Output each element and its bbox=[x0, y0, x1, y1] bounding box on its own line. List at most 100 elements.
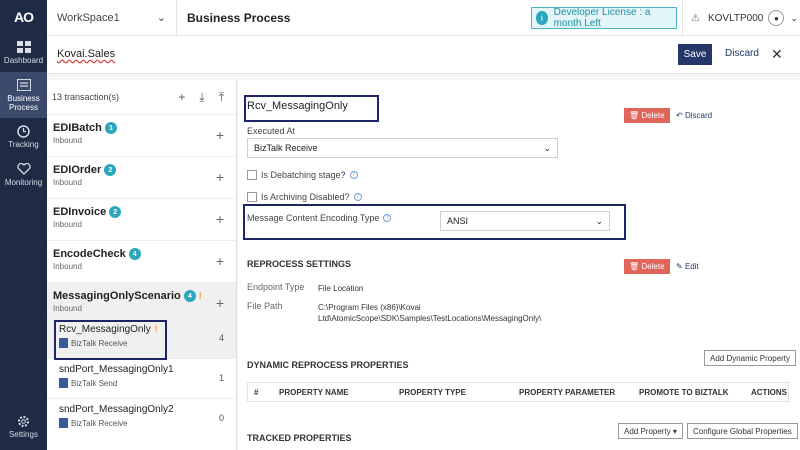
nav-label: Dashboard bbox=[3, 56, 44, 65]
stage-item-selected[interactable]: Rcv_MessagingOnly! BizTalk Receive 4 bbox=[47, 318, 236, 358]
add-property-button[interactable]: Add Property ▾ bbox=[618, 423, 683, 439]
stage-name: sndPort_MessagingOnly2 bbox=[59, 404, 174, 415]
add-icon[interactable]: + bbox=[178, 90, 185, 105]
checkbox[interactable] bbox=[247, 192, 257, 202]
stage-property-count: 1 bbox=[218, 373, 224, 383]
delete-stage-button[interactable]: 🗑 Delete bbox=[624, 108, 670, 123]
transaction-item[interactable]: EDIOrder 2 Inbound + bbox=[47, 156, 236, 198]
column-header: ACTIONS bbox=[751, 388, 787, 397]
endpoint-type-value: File Location bbox=[318, 284, 364, 293]
close-icon[interactable]: ✕ bbox=[771, 46, 783, 63]
transaction-name: EncodeCheck bbox=[53, 248, 126, 260]
upload-icon[interactable]: ⤒ bbox=[219, 90, 224, 105]
user-name: KOVLTP000 bbox=[707, 12, 764, 24]
chevron-down-icon: ⌄ bbox=[156, 12, 166, 24]
transaction-item[interactable]: EDIBatch 1 Inbound + bbox=[47, 114, 236, 156]
add-stage-icon[interactable]: + bbox=[216, 211, 224, 227]
help-icon[interactable]: ? bbox=[383, 214, 392, 222]
transaction-name: EDIOrder bbox=[53, 164, 102, 176]
add-stage-icon[interactable]: + bbox=[216, 127, 224, 143]
nav-label: Settings bbox=[9, 430, 38, 440]
user-area: ⚠ KOVLTP000 ● ⌄ bbox=[682, 0, 800, 36]
transaction-direction: Inbound bbox=[53, 136, 82, 145]
properties-table-header: # PROPERTY NAME PROPERTY TYPE PROPERTY P… bbox=[247, 382, 789, 402]
checkbox[interactable] bbox=[247, 170, 257, 180]
nav-monitoring[interactable]: Monitoring bbox=[0, 156, 47, 194]
transaction-direction: Inbound bbox=[53, 262, 82, 271]
tracked-properties-title: TRACKED PROPERTIES bbox=[247, 433, 352, 443]
stage-item[interactable]: sndPort_MessagingOnly2 BizTalk Receive 0 bbox=[47, 398, 236, 438]
add-stage-icon[interactable]: + bbox=[216, 295, 224, 311]
column-header: PROMOTE TO BIZTALK bbox=[639, 388, 729, 397]
transaction-count: 13 transaction(s) bbox=[52, 92, 120, 102]
column-header: # bbox=[254, 388, 259, 397]
column-header: PROPERTY PARAMETER bbox=[519, 388, 616, 397]
stage-type: BizTalk Receive bbox=[71, 418, 128, 428]
biztalk-icon bbox=[59, 378, 68, 388]
avatar[interactable]: ● bbox=[768, 10, 785, 26]
workspace-name: WorkSpace1 bbox=[57, 11, 120, 24]
stage-count-badge: 2 bbox=[109, 206, 122, 218]
file-path-value: C:\Program Files (x86)\Kovai Ltd\AtomicS… bbox=[318, 303, 542, 323]
transaction-item-expanded[interactable]: MessagingOnlyScenario 4! Inbound + bbox=[47, 282, 236, 318]
license-text: Developer License : a month Left bbox=[553, 7, 651, 29]
add-stage-icon[interactable]: + bbox=[216, 169, 224, 185]
page-title: Business Process bbox=[187, 10, 291, 25]
workspace-selector[interactable]: WorkSpace1 ⌄ bbox=[47, 0, 177, 36]
transaction-direction: Inbound bbox=[53, 304, 82, 313]
encoding-select[interactable]: ANSI ⌄ bbox=[440, 211, 610, 231]
stage-count-badge: 4 bbox=[183, 290, 196, 302]
process-name[interactable]: Kovai.Sales bbox=[57, 48, 115, 60]
transaction-name: EDIBatch bbox=[53, 122, 102, 134]
transaction-item[interactable]: EDInvoice 2 Inbound + bbox=[47, 198, 236, 240]
transaction-list: 13 transaction(s) + ⤓ ⤒ EDIBatch 1 Inboun… bbox=[47, 80, 237, 450]
biztalk-icon bbox=[59, 338, 68, 348]
stage-count-badge: 4 bbox=[128, 248, 141, 260]
heart-pulse-icon bbox=[16, 162, 32, 176]
transaction-direction: Inbound bbox=[53, 220, 82, 229]
debatching-label: Is Debatching stage? bbox=[261, 170, 346, 180]
endpoint-type-label: Endpoint Type bbox=[247, 282, 305, 292]
save-button[interactable]: Save bbox=[678, 44, 712, 65]
help-icon[interactable]: ? bbox=[349, 171, 358, 179]
help-icon[interactable]: ? bbox=[353, 193, 362, 201]
list-icon bbox=[16, 78, 32, 92]
add-dynamic-property-button[interactable]: Add Dynamic Property bbox=[704, 350, 797, 366]
transaction-direction: Inbound bbox=[53, 178, 82, 187]
executed-at-label: Executed At bbox=[247, 126, 296, 136]
stage-name: sndPort_MessagingOnly1 bbox=[59, 364, 174, 375]
nav-settings[interactable]: Settings bbox=[0, 408, 47, 446]
delete-reprocess-button[interactable]: 🗑 Delete bbox=[624, 259, 670, 274]
add-stage-icon[interactable]: + bbox=[216, 253, 224, 269]
nav-tracking[interactable]: Tracking bbox=[0, 118, 47, 156]
dashboard-icon bbox=[16, 40, 32, 54]
stage-count-badge: 1 bbox=[104, 122, 117, 134]
discard-button[interactable]: Discard bbox=[725, 48, 759, 59]
nav-label: Monitoring bbox=[4, 178, 43, 188]
alert-icon[interactable]: ⚠ bbox=[691, 13, 700, 24]
executed-at-select[interactable]: BizTalk Receive ⌄ bbox=[247, 138, 558, 158]
top-bar: WorkSpace1 ⌄ Business Process i Develope… bbox=[47, 0, 800, 36]
nav-business-process[interactable]: Business Process bbox=[0, 71, 47, 119]
license-banner[interactable]: i Developer License : a month Left bbox=[531, 7, 677, 29]
stage-type: BizTalk Receive bbox=[71, 338, 128, 348]
discard-stage-link[interactable]: ↶ Discard bbox=[676, 111, 712, 120]
chevron-down-icon[interactable]: ⌄ bbox=[790, 13, 798, 24]
column-header: PROPERTY NAME bbox=[279, 388, 349, 397]
archiving-checkbox[interactable]: Is Archiving Disabled? ? bbox=[247, 192, 362, 202]
stage-name-field[interactable]: Rcv_MessagingOnly bbox=[247, 100, 348, 112]
nav-dashboard[interactable]: Dashboard bbox=[0, 34, 47, 72]
configure-global-properties-button[interactable]: Configure Global Properties bbox=[687, 423, 798, 439]
list-header: 13 transaction(s) + ⤓ ⤒ bbox=[47, 80, 236, 114]
chevron-down-icon: ⌄ bbox=[543, 142, 551, 153]
edit-reprocess-link[interactable]: ✎ Edit bbox=[676, 262, 699, 271]
encoding-value: ANSI bbox=[447, 216, 469, 226]
stage-item[interactable]: sndPort_MessagingOnly1 BizTalk Send 1 bbox=[47, 358, 236, 398]
app-logo: AO bbox=[14, 9, 34, 25]
stage-detail-panel: Rcv_MessagingOnly 🗑 Delete ↶ Discard Exe… bbox=[238, 80, 800, 450]
transaction-item[interactable]: EncodeCheck 4 Inbound + bbox=[47, 240, 236, 282]
chevron-down-icon: ⌄ bbox=[595, 215, 603, 226]
nav-label: Tracking bbox=[8, 140, 39, 150]
download-icon[interactable]: ⤓ bbox=[199, 90, 204, 105]
debatching-checkbox[interactable]: Is Debatching stage? ? bbox=[247, 170, 358, 180]
